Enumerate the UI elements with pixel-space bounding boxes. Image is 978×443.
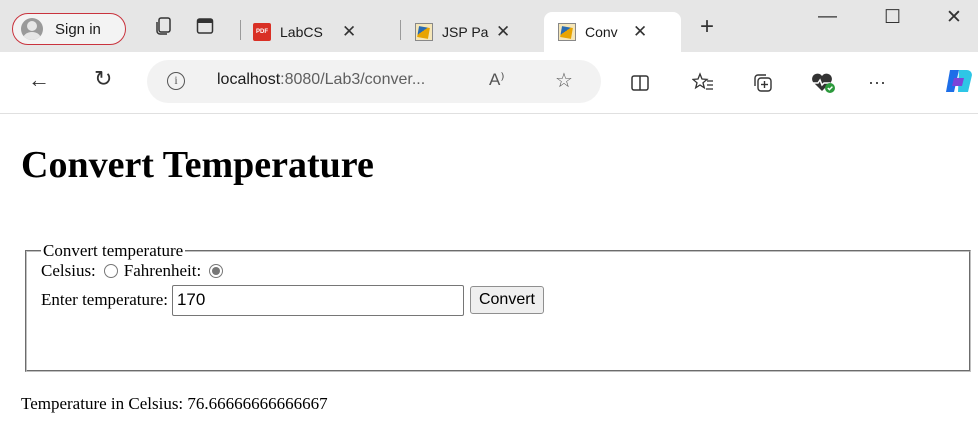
- new-tab-icon[interactable]: +: [700, 15, 714, 39]
- form-legend: Convert temperature: [43, 241, 184, 260]
- tab-separator: [240, 20, 241, 40]
- browser-essentials-icon[interactable]: [810, 72, 836, 94]
- tab-jsp-page[interactable]: JSP Pa ✕: [407, 12, 537, 52]
- close-icon[interactable]: ✕: [496, 22, 510, 42]
- jsp-icon: [558, 23, 576, 41]
- workspaces-icon[interactable]: [154, 16, 174, 36]
- maximize-icon[interactable]: ☐: [884, 6, 901, 29]
- info-icon[interactable]: i: [167, 72, 185, 90]
- convert-form: Convert temperature Celsius: Fahrenheit:…: [25, 241, 971, 372]
- sign-in-label: Sign in: [55, 20, 101, 38]
- back-icon[interactable]: ←: [28, 67, 50, 93]
- unit-row: Celsius: Fahrenheit:: [41, 259, 955, 283]
- page-title: Convert Temperature: [21, 144, 374, 186]
- pdf-icon: PDF: [253, 23, 271, 41]
- tab-actions-icon[interactable]: [196, 17, 214, 35]
- fahrenheit-label: Fahrenheit:: [123, 261, 202, 280]
- tab-title: LabCS: [280, 24, 323, 40]
- split-screen-icon[interactable]: [630, 73, 650, 93]
- avatar-icon: [21, 18, 43, 40]
- tab-labcs[interactable]: PDF LabCS ✕: [245, 12, 391, 52]
- url-text[interactable]: localhost:8080/Lab3/conver...: [217, 71, 425, 89]
- jsp-icon: [415, 23, 433, 41]
- url-host: localhost: [217, 71, 281, 88]
- page-content: Convert Temperature Convert temperature …: [0, 114, 978, 443]
- tab-title: Conv: [585, 24, 618, 40]
- temperature-label: Enter temperature:: [41, 290, 168, 309]
- minimize-icon[interactable]: —: [818, 6, 837, 28]
- celsius-radio[interactable]: [103, 264, 118, 278]
- close-icon[interactable]: ✕: [633, 22, 647, 42]
- tab-title: JSP Pa: [442, 24, 489, 40]
- url-path: :8080/Lab3/conver...: [280, 71, 426, 88]
- read-aloud-icon[interactable]: A⁾: [489, 70, 505, 90]
- browser-toolbar: ← ↻ i localhost:8080/Lab3/conver... A⁾ ☆…: [0, 52, 978, 114]
- tab-separator: [400, 20, 401, 40]
- sign-in-button[interactable]: Sign in: [12, 13, 126, 45]
- result-text: Temperature in Celsius: 76.6666666666666…: [21, 394, 328, 413]
- favorites-icon[interactable]: [692, 72, 714, 92]
- fahrenheit-radio[interactable]: [209, 264, 224, 278]
- tab-strip: Sign in PDF LabCS ✕ JSP Pa ✕ Conv ✕ + — …: [0, 0, 978, 52]
- add-favorite-icon[interactable]: ☆: [555, 68, 573, 93]
- window-close-icon[interactable]: ✕: [946, 6, 962, 29]
- celsius-label: Celsius:: [41, 261, 96, 280]
- temperature-row: Enter temperature: Convert: [41, 283, 955, 317]
- convert-button[interactable]: Convert: [469, 286, 544, 314]
- address-bar[interactable]: i localhost:8080/Lab3/conver... A⁾ ☆: [147, 60, 601, 103]
- temperature-input[interactable]: [171, 284, 464, 316]
- more-icon[interactable]: ···: [868, 72, 886, 93]
- copilot-icon[interactable]: [944, 68, 974, 94]
- tab-convert[interactable]: Conv ✕: [544, 12, 681, 52]
- reload-icon[interactable]: ↻: [94, 66, 112, 92]
- close-icon[interactable]: ✕: [342, 22, 356, 42]
- collections-icon[interactable]: [752, 72, 774, 94]
